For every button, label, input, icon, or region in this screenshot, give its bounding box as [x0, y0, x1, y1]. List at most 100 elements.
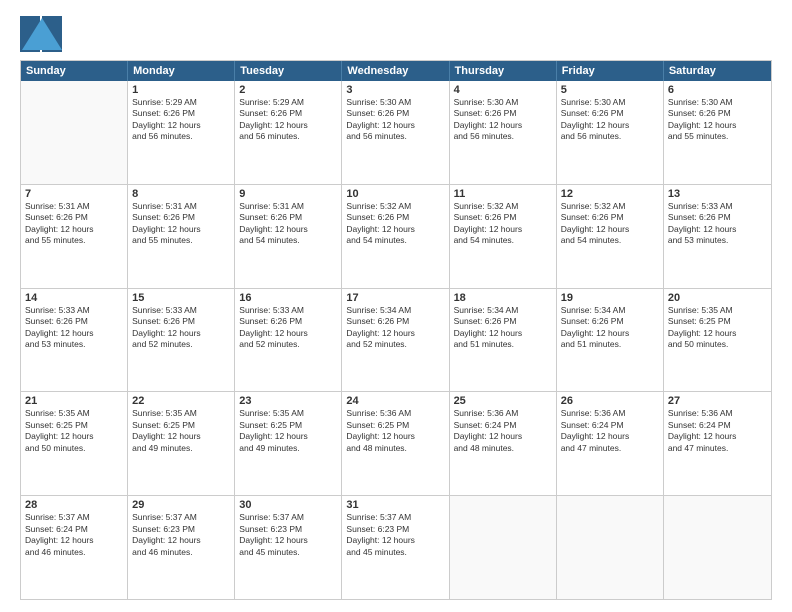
- day-number: 18: [454, 292, 552, 304]
- day-number: 25: [454, 395, 552, 407]
- day-number: 27: [668, 395, 767, 407]
- day-info: Sunrise: 5:33 AM Sunset: 6:26 PM Dayligh…: [239, 305, 337, 351]
- calendar-day-21: 21Sunrise: 5:35 AM Sunset: 6:25 PM Dayli…: [21, 392, 128, 495]
- logo: [20, 16, 68, 52]
- day-info: Sunrise: 5:31 AM Sunset: 6:26 PM Dayligh…: [25, 201, 123, 247]
- day-number: 8: [132, 188, 230, 200]
- page: SundayMondayTuesdayWednesdayThursdayFrid…: [0, 0, 792, 612]
- calendar-empty-cell: [450, 496, 557, 599]
- day-info: Sunrise: 5:36 AM Sunset: 6:24 PM Dayligh…: [668, 408, 767, 454]
- calendar-day-31: 31Sunrise: 5:37 AM Sunset: 6:23 PM Dayli…: [342, 496, 449, 599]
- day-number: 10: [346, 188, 444, 200]
- calendar-day-16: 16Sunrise: 5:33 AM Sunset: 6:26 PM Dayli…: [235, 289, 342, 392]
- calendar-day-29: 29Sunrise: 5:37 AM Sunset: 6:23 PM Dayli…: [128, 496, 235, 599]
- day-info: Sunrise: 5:36 AM Sunset: 6:24 PM Dayligh…: [454, 408, 552, 454]
- day-info: Sunrise: 5:31 AM Sunset: 6:26 PM Dayligh…: [132, 201, 230, 247]
- weekday-header-friday: Friday: [557, 61, 664, 81]
- weekday-header-sunday: Sunday: [21, 61, 128, 81]
- calendar-day-15: 15Sunrise: 5:33 AM Sunset: 6:26 PM Dayli…: [128, 289, 235, 392]
- calendar-row-1: 1 Sunrise: 5:29 AM Sunset: 6:26 PM Daylig…: [21, 81, 771, 184]
- day-number: 6: [668, 84, 767, 96]
- day-number: 30: [239, 499, 337, 511]
- calendar-row-5: 28Sunrise: 5:37 AM Sunset: 6:24 PM Dayli…: [21, 495, 771, 599]
- calendar-day-4: 4Sunrise: 5:30 AM Sunset: 6:26 PM Daylig…: [450, 81, 557, 184]
- calendar-day-3: 3Sunrise: 5:30 AM Sunset: 6:26 PM Daylig…: [342, 81, 449, 184]
- day-number: 15: [132, 292, 230, 304]
- calendar-day-20: 20Sunrise: 5:35 AM Sunset: 6:25 PM Dayli…: [664, 289, 771, 392]
- day-number: 13: [668, 188, 767, 200]
- calendar-day-17: 17Sunrise: 5:34 AM Sunset: 6:26 PM Dayli…: [342, 289, 449, 392]
- day-number: 21: [25, 395, 123, 407]
- calendar-day-2: 2Sunrise: 5:29 AM Sunset: 6:26 PM Daylig…: [235, 81, 342, 184]
- calendar-day-7: 7Sunrise: 5:31 AM Sunset: 6:26 PM Daylig…: [21, 185, 128, 288]
- logo-icon: [20, 16, 64, 52]
- day-number: 22: [132, 395, 230, 407]
- day-number: 7: [25, 188, 123, 200]
- calendar-day-1: 1Sunrise: 5:29 AM Sunset: 6:26 PM Daylig…: [128, 81, 235, 184]
- calendar-day-18: 18Sunrise: 5:34 AM Sunset: 6:26 PM Dayli…: [450, 289, 557, 392]
- day-info: Sunrise: 5:32 AM Sunset: 6:26 PM Dayligh…: [561, 201, 659, 247]
- day-info: Sunrise: 5:29 AM Sunset: 6:26 PM Dayligh…: [239, 97, 337, 143]
- calendar-day-11: 11Sunrise: 5:32 AM Sunset: 6:26 PM Dayli…: [450, 185, 557, 288]
- day-number: 28: [25, 499, 123, 511]
- calendar-row-4: 21Sunrise: 5:35 AM Sunset: 6:25 PM Dayli…: [21, 391, 771, 495]
- calendar-day-10: 10Sunrise: 5:32 AM Sunset: 6:26 PM Dayli…: [342, 185, 449, 288]
- header: [20, 16, 772, 52]
- day-number: 5: [561, 84, 659, 96]
- calendar-empty-cell: [21, 81, 128, 184]
- day-info: Sunrise: 5:30 AM Sunset: 6:26 PM Dayligh…: [561, 97, 659, 143]
- calendar-row-3: 14Sunrise: 5:33 AM Sunset: 6:26 PM Dayli…: [21, 288, 771, 392]
- weekday-header-thursday: Thursday: [450, 61, 557, 81]
- day-info: Sunrise: 5:30 AM Sunset: 6:26 PM Dayligh…: [668, 97, 767, 143]
- calendar-day-9: 9Sunrise: 5:31 AM Sunset: 6:26 PM Daylig…: [235, 185, 342, 288]
- day-number: 1: [132, 84, 230, 96]
- calendar-day-5: 5Sunrise: 5:30 AM Sunset: 6:26 PM Daylig…: [557, 81, 664, 184]
- day-info: Sunrise: 5:37 AM Sunset: 6:24 PM Dayligh…: [25, 512, 123, 558]
- day-info: Sunrise: 5:37 AM Sunset: 6:23 PM Dayligh…: [346, 512, 444, 558]
- day-info: Sunrise: 5:33 AM Sunset: 6:26 PM Dayligh…: [25, 305, 123, 351]
- calendar-row-2: 7Sunrise: 5:31 AM Sunset: 6:26 PM Daylig…: [21, 184, 771, 288]
- day-info: Sunrise: 5:37 AM Sunset: 6:23 PM Dayligh…: [239, 512, 337, 558]
- day-info: Sunrise: 5:35 AM Sunset: 6:25 PM Dayligh…: [25, 408, 123, 454]
- calendar-empty-cell: [557, 496, 664, 599]
- day-info: Sunrise: 5:35 AM Sunset: 6:25 PM Dayligh…: [132, 408, 230, 454]
- day-number: 20: [668, 292, 767, 304]
- calendar-day-6: 6Sunrise: 5:30 AM Sunset: 6:26 PM Daylig…: [664, 81, 771, 184]
- calendar-day-14: 14Sunrise: 5:33 AM Sunset: 6:26 PM Dayli…: [21, 289, 128, 392]
- day-number: 24: [346, 395, 444, 407]
- day-number: 9: [239, 188, 337, 200]
- day-number: 17: [346, 292, 444, 304]
- calendar-day-13: 13Sunrise: 5:33 AM Sunset: 6:26 PM Dayli…: [664, 185, 771, 288]
- day-info: Sunrise: 5:36 AM Sunset: 6:24 PM Dayligh…: [561, 408, 659, 454]
- day-info: Sunrise: 5:34 AM Sunset: 6:26 PM Dayligh…: [561, 305, 659, 351]
- day-info: Sunrise: 5:30 AM Sunset: 6:26 PM Dayligh…: [346, 97, 444, 143]
- calendar-day-25: 25Sunrise: 5:36 AM Sunset: 6:24 PM Dayli…: [450, 392, 557, 495]
- weekday-header-wednesday: Wednesday: [342, 61, 449, 81]
- day-number: 12: [561, 188, 659, 200]
- calendar-day-8: 8Sunrise: 5:31 AM Sunset: 6:26 PM Daylig…: [128, 185, 235, 288]
- day-number: 4: [454, 84, 552, 96]
- day-number: 29: [132, 499, 230, 511]
- day-number: 3: [346, 84, 444, 96]
- weekday-header-tuesday: Tuesday: [235, 61, 342, 81]
- calendar-day-19: 19Sunrise: 5:34 AM Sunset: 6:26 PM Dayli…: [557, 289, 664, 392]
- day-info: Sunrise: 5:31 AM Sunset: 6:26 PM Dayligh…: [239, 201, 337, 247]
- calendar-day-26: 26Sunrise: 5:36 AM Sunset: 6:24 PM Dayli…: [557, 392, 664, 495]
- day-info: Sunrise: 5:33 AM Sunset: 6:26 PM Dayligh…: [668, 201, 767, 247]
- day-info: Sunrise: 5:35 AM Sunset: 6:25 PM Dayligh…: [239, 408, 337, 454]
- day-number: 31: [346, 499, 444, 511]
- day-number: 23: [239, 395, 337, 407]
- calendar-day-27: 27Sunrise: 5:36 AM Sunset: 6:24 PM Dayli…: [664, 392, 771, 495]
- calendar: SundayMondayTuesdayWednesdayThursdayFrid…: [20, 60, 772, 600]
- day-info: Sunrise: 5:35 AM Sunset: 6:25 PM Dayligh…: [668, 305, 767, 351]
- day-number: 19: [561, 292, 659, 304]
- weekday-header-monday: Monday: [128, 61, 235, 81]
- calendar-day-23: 23Sunrise: 5:35 AM Sunset: 6:25 PM Dayli…: [235, 392, 342, 495]
- day-info: Sunrise: 5:32 AM Sunset: 6:26 PM Dayligh…: [346, 201, 444, 247]
- day-number: 14: [25, 292, 123, 304]
- day-number: 2: [239, 84, 337, 96]
- day-info: Sunrise: 5:32 AM Sunset: 6:26 PM Dayligh…: [454, 201, 552, 247]
- day-info: Sunrise: 5:34 AM Sunset: 6:26 PM Dayligh…: [346, 305, 444, 351]
- calendar-day-12: 12Sunrise: 5:32 AM Sunset: 6:26 PM Dayli…: [557, 185, 664, 288]
- day-info: Sunrise: 5:30 AM Sunset: 6:26 PM Dayligh…: [454, 97, 552, 143]
